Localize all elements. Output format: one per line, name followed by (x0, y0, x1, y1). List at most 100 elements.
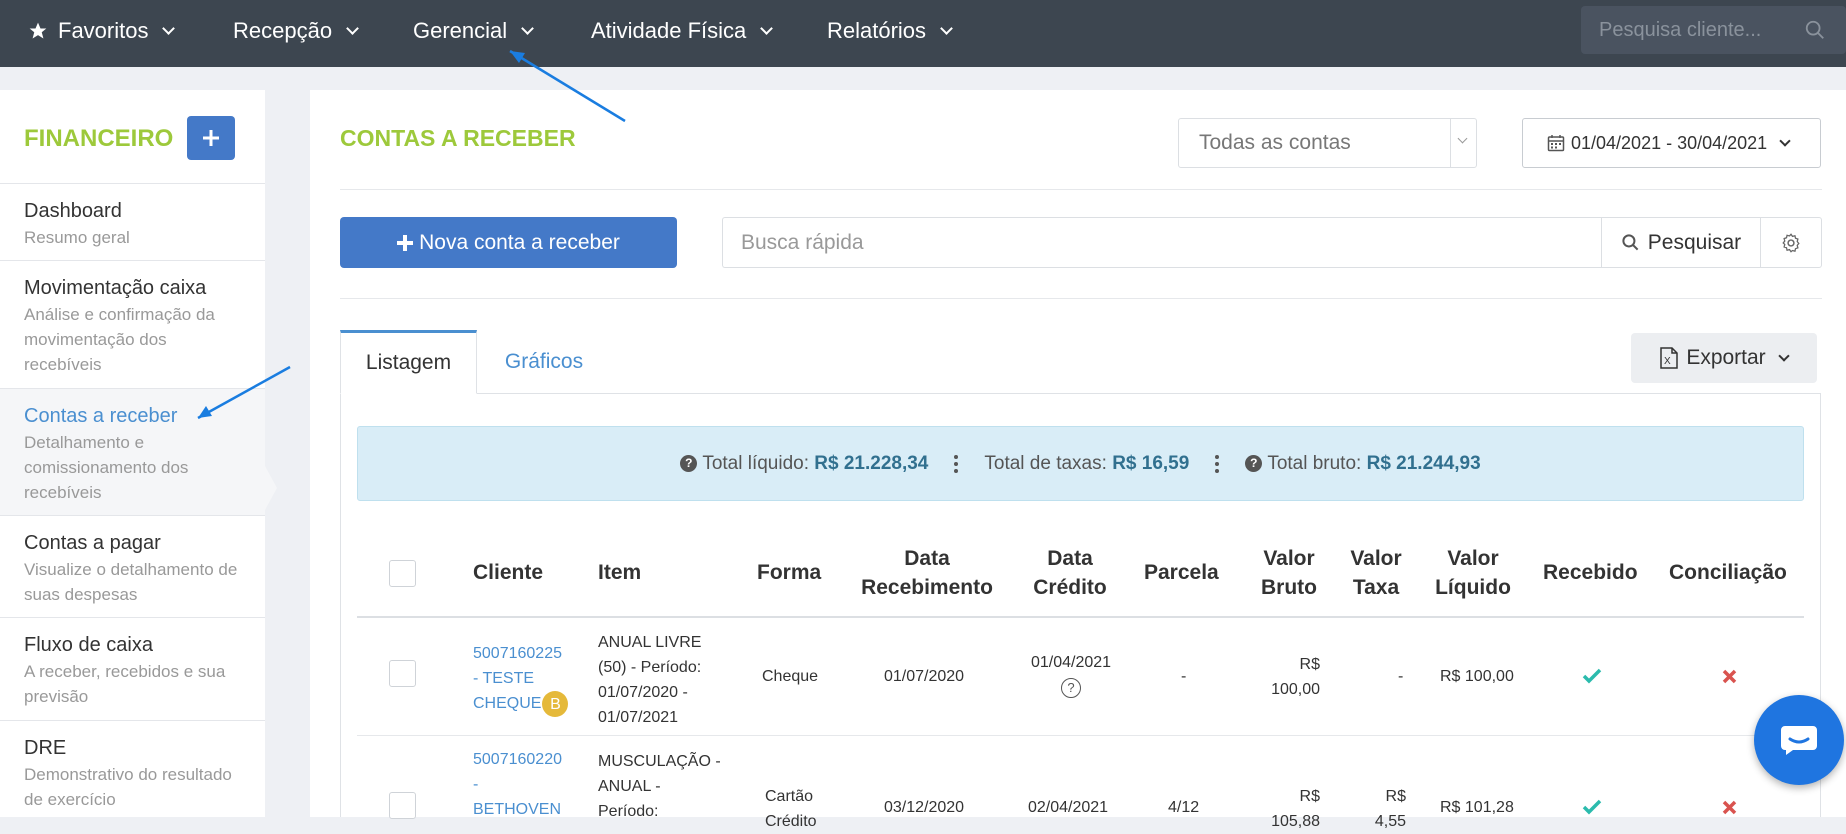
chevron-down-icon (1778, 349, 1790, 362)
page-title: CONTAS A RECEBER (340, 125, 576, 151)
sidebar-item-title: DRE (24, 737, 67, 759)
row-checkbox[interactable] (389, 660, 416, 687)
export-label: Exportar (1686, 346, 1766, 369)
date-range-picker[interactable]: 01/04/2021 - 30/04/2021 (1522, 118, 1821, 168)
total-fees: Total de taxas: R$ 16,59 (984, 453, 1189, 475)
gear-icon (1782, 232, 1800, 253)
data-credito-cell: 02/04/2021 (1028, 799, 1109, 816)
sidebar-item-subtitle: Detalhamento e comissionamento dos receb… (24, 433, 189, 502)
tab-graficos[interactable]: Gráficos (480, 330, 608, 394)
forma-cell: Cheque (762, 668, 819, 685)
item-line: Período: (598, 803, 659, 820)
client-search-input[interactable] (1581, 6, 1821, 54)
item-cell: ANUAL LIVRE (50) - Período: 01/07/2020 -… (598, 630, 701, 730)
valor-taxa-line: R$ (1385, 788, 1406, 805)
table-header-divider (357, 616, 1804, 618)
sidebar-item-dre[interactable]: DRE Demonstrativo do resultado de exercí… (0, 720, 265, 817)
sidebar-item-subtitle: Resumo geral (24, 228, 130, 247)
parcela-cell: 4/12 (1168, 799, 1200, 816)
export-button[interactable]: X Exportar (1631, 333, 1817, 383)
header-valor-taxa[interactable]: Valor Taxa (1346, 544, 1406, 602)
help-icon[interactable]: ? (1061, 677, 1081, 698)
client-line: CHEQUE (473, 695, 542, 713)
row-checkbox[interactable] (389, 792, 416, 819)
valor-bruto-cell: R$ 100,00 (1266, 652, 1320, 702)
header-data-credito[interactable]: Data Crédito (1030, 544, 1110, 602)
divider (340, 298, 1822, 299)
header-line: Bruto (1261, 576, 1317, 599)
close-icon[interactable] (1722, 800, 1737, 815)
totals-banner: ? Total líquido: R$ 21.228,34 Total de ta… (357, 426, 1804, 501)
search-button[interactable]: Pesquisar (1601, 217, 1761, 268)
chevron-down-icon (760, 21, 774, 35)
client-search-box (1581, 6, 1846, 54)
header-valor-bruto[interactable]: Valor Bruto (1258, 544, 1320, 602)
total-gross-value: R$ 21.244,93 (1366, 452, 1481, 474)
search-icon[interactable] (1804, 19, 1826, 41)
nav-relatorios[interactable]: Relatórios (827, 18, 953, 44)
nav-gerencial[interactable]: Gerencial (413, 18, 535, 44)
total-gross: ? Total bruto: R$ 21.244,93 (1245, 452, 1481, 475)
nav-recepcao-label: Recepção (233, 18, 333, 43)
account-select[interactable]: Todas as contas (1178, 118, 1477, 168)
search-icon (1622, 234, 1639, 251)
forma-cell: Cartão Crédito (765, 784, 817, 834)
total-net-value: R$ 21.228,34 (814, 452, 929, 474)
quick-search-input[interactable] (722, 217, 1601, 268)
header-line: Líquido (1435, 576, 1511, 599)
calendar-icon (1547, 135, 1565, 152)
add-button[interactable] (187, 116, 235, 160)
sidebar-item-contas-a-pagar[interactable]: Contas a pagar Visualize o detalhamento … (0, 515, 265, 617)
item-line: 01/07/2020 - (598, 684, 688, 701)
valor-taxa-line: 4,55 (1374, 813, 1406, 830)
valor-bruto-line: 105,88 (1271, 813, 1320, 830)
nav-favoritos-label: Favoritos (58, 18, 149, 43)
chat-button[interactable] (1754, 695, 1844, 785)
chevron-down-icon (162, 21, 176, 35)
header-recebido[interactable]: Recebido (1543, 558, 1638, 587)
sidebar-item-title: Fluxo de caixa (24, 634, 153, 656)
kebab-menu-icon[interactable] (1215, 454, 1220, 473)
client-link[interactable]: 5007160220 - BETHOVEN (473, 747, 562, 822)
client-line: - (473, 776, 479, 793)
select-all-checkbox[interactable] (389, 560, 416, 587)
header-valor-liquido[interactable]: Valor Líquido (1432, 544, 1514, 602)
close-icon[interactable] (1722, 669, 1737, 684)
sidebar-item-fluxo-de-caixa[interactable]: Fluxo de caixa A receber, recebidos e su… (0, 617, 265, 720)
sidebar-item-dashboard[interactable]: Dashboard Resumo geral (0, 183, 265, 260)
chat-icon (1781, 726, 1817, 755)
sidebar-title: FINANCEIRO (24, 125, 174, 152)
star-icon (29, 22, 47, 39)
header-parcela[interactable]: Parcela (1144, 558, 1219, 587)
header-line: Data (904, 547, 950, 570)
kebab-menu-icon[interactable] (954, 454, 959, 473)
nav-favoritos[interactable]: Favoritos (28, 18, 176, 44)
search-button-label: Pesquisar (1647, 230, 1742, 254)
total-gross-label: Total bruto: (1267, 452, 1362, 474)
header-conciliacao[interactable]: Conciliação (1669, 558, 1787, 587)
nav-atividade-fisica-label: Atividade Física (591, 18, 747, 43)
data-credito-value: 01/04/2021 (1030, 654, 1112, 671)
sidebar-item-subtitle: Visualize o detalhamento de suas despesa… (24, 560, 238, 604)
header-data-recebimento[interactable]: Data Recebimento (857, 544, 997, 602)
valor-bruto-line: R$ (1299, 788, 1320, 805)
header-forma[interactable]: Forma (757, 558, 821, 587)
data-recebimento-cell: 01/07/2020 (884, 668, 965, 685)
header-item[interactable]: Item (598, 558, 641, 587)
header-cliente[interactable]: Cliente (473, 558, 543, 587)
item-line: (50) - Período: (598, 659, 702, 676)
valor-taxa-cell: R$ 4,55 (1372, 784, 1406, 834)
new-receivable-button[interactable]: Nova conta a receber (340, 217, 677, 268)
help-icon[interactable]: ? (680, 454, 698, 472)
header-line: Valor (1447, 547, 1499, 570)
nav-atividade-fisica[interactable]: Atividade Física (591, 18, 774, 44)
nav-recepcao[interactable]: Recepção (233, 18, 359, 44)
item-line: ANUAL LIVRE (598, 634, 702, 651)
client-link[interactable]: 5007160225 - TESTE CHEQUE B (473, 641, 569, 717)
plus-icon (203, 130, 219, 146)
settings-button[interactable] (1760, 217, 1822, 268)
tab-listagem[interactable]: Listagem (340, 330, 477, 394)
help-icon[interactable]: ? (1245, 454, 1263, 472)
total-net: ? Total líquido: R$ 21.228,34 (680, 453, 928, 475)
select-divider (1450, 119, 1451, 167)
